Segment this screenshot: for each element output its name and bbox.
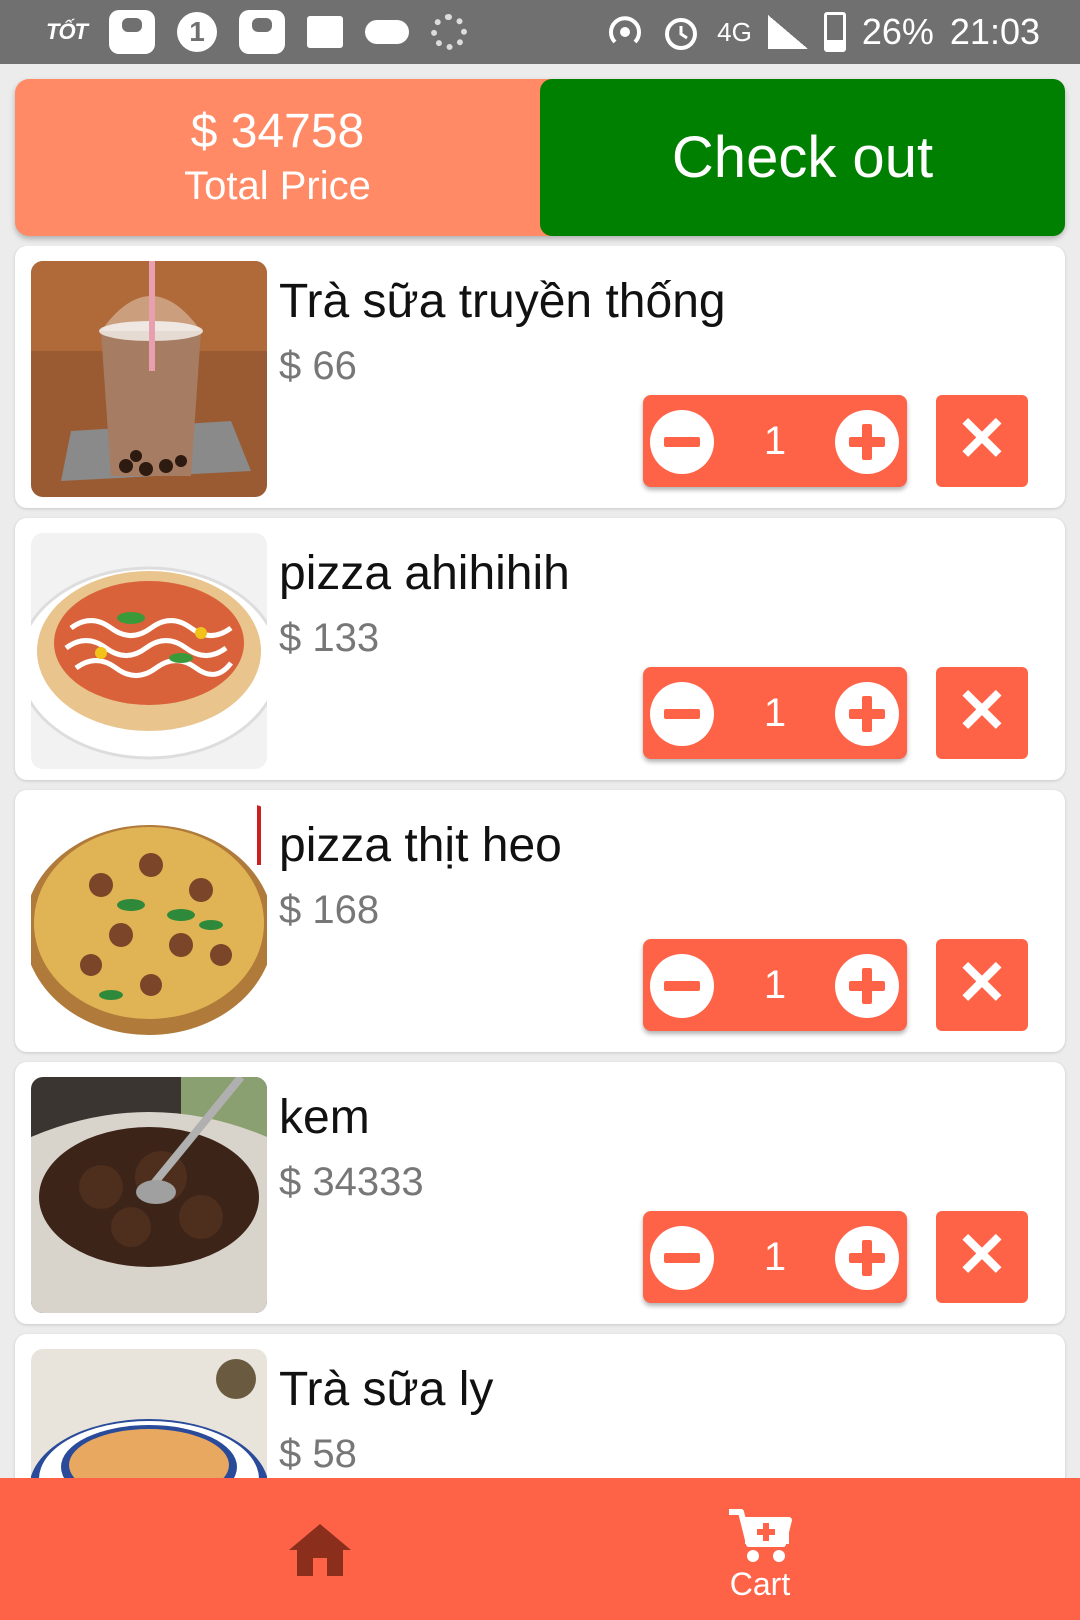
milk-tea-cup-image [31, 261, 267, 497]
cart-summary-header: $ 34758 Total Price Check out [15, 79, 1065, 236]
item-price: $ 133 [279, 616, 380, 660]
quantity-value: 1 [763, 963, 787, 1007]
cart-item: Trà sữa ly $ 58 1 ✕ [15, 1334, 1065, 1478]
status-bar: TỐT 1 4G 26% 21:03 [0, 0, 1080, 64]
battery-icon [823, 12, 846, 52]
chocolate-ice-cream-image [31, 1077, 267, 1313]
notification-count-icon: 1 [177, 12, 217, 52]
checkout-button[interactable]: Check out [540, 79, 1065, 236]
quantity-stepper: 1 [643, 939, 907, 1031]
close-icon: ✕ [956, 677, 1008, 746]
quantity-value: 1 [763, 691, 787, 735]
item-price: $ 34333 [279, 1160, 424, 1204]
cart-item: pizza thịt heo $ 168 1 ✕ [15, 790, 1065, 1052]
pizza-mayo-image [31, 533, 267, 769]
loading-icon [431, 14, 467, 50]
plus-circle-icon[interactable] [835, 954, 899, 1018]
minus-circle-icon[interactable] [650, 954, 714, 1018]
item-name: kem [279, 1091, 370, 1144]
nav-cart[interactable]: Cart [700, 1478, 820, 1620]
plus-circle-icon[interactable] [835, 682, 899, 746]
quantity-stepper: 1 [643, 395, 907, 487]
item-name: Trà sữa ly [279, 1363, 494, 1416]
robot-notification-icon [109, 10, 155, 54]
minus-circle-icon[interactable] [650, 1226, 714, 1290]
plus-circle-icon[interactable] [835, 410, 899, 474]
item-price: $ 66 [279, 344, 357, 388]
close-icon: ✕ [956, 1221, 1008, 1290]
hotspot-icon [605, 12, 645, 52]
cloud-icon [365, 20, 409, 44]
signal-icon [767, 15, 808, 49]
robot-notification-icon [239, 10, 285, 54]
pizza-pork-image [31, 805, 267, 1041]
cart-item: pizza ahihihih $ 133 1 ✕ [15, 518, 1065, 780]
cart-item: Trà sữa truyền thống $ 66 1 ✕ [15, 246, 1065, 508]
remove-item-button[interactable]: ✕ [936, 939, 1028, 1031]
image-notification-icon [307, 16, 343, 48]
total-price-box: $ 34758 Total Price [15, 79, 540, 236]
battery-percent: 26% [861, 11, 934, 52]
carrier-label: TỐT [46, 19, 88, 44]
cart-list[interactable]: Trà sữa truyền thống $ 66 1 ✕ pizza ahih… [0, 246, 1080, 1478]
cart-label: Cart [729, 1566, 791, 1602]
network-type: 4G [717, 16, 752, 47]
bottom-navigation: Cart [0, 1478, 1080, 1620]
quantity-value: 1 [763, 1235, 787, 1279]
item-name: Trà sữa truyền thống [279, 275, 726, 328]
clock: 21:03 [949, 11, 1040, 52]
cart-plus-icon [729, 1509, 792, 1562]
quantity-stepper: 1 [643, 1211, 907, 1303]
total-label: Total Price [184, 163, 371, 208]
quantity-stepper: 1 [643, 667, 907, 759]
quantity-value: 1 [763, 419, 787, 463]
item-name: pizza ahihihih [279, 547, 570, 600]
remove-item-button[interactable]: ✕ [936, 395, 1028, 487]
minus-circle-icon[interactable] [650, 410, 714, 474]
cart-item: kem $ 34333 1 ✕ [15, 1062, 1065, 1324]
nav-home[interactable] [270, 1478, 370, 1620]
item-name: pizza thịt heo [279, 819, 562, 872]
remove-item-button[interactable]: ✕ [936, 667, 1028, 759]
alarm-icon [661, 12, 701, 52]
close-icon: ✕ [956, 405, 1008, 474]
close-icon: ✕ [956, 949, 1008, 1018]
remove-item-button[interactable]: ✕ [936, 1211, 1028, 1303]
home-icon [289, 1524, 351, 1576]
total-amount: $ 34758 [190, 104, 365, 158]
milk-tea-teacup-image [31, 1349, 267, 1478]
item-price: $ 58 [279, 1432, 357, 1476]
minus-circle-icon[interactable] [650, 682, 714, 746]
item-price: $ 168 [279, 888, 380, 932]
plus-circle-icon[interactable] [835, 1226, 899, 1290]
